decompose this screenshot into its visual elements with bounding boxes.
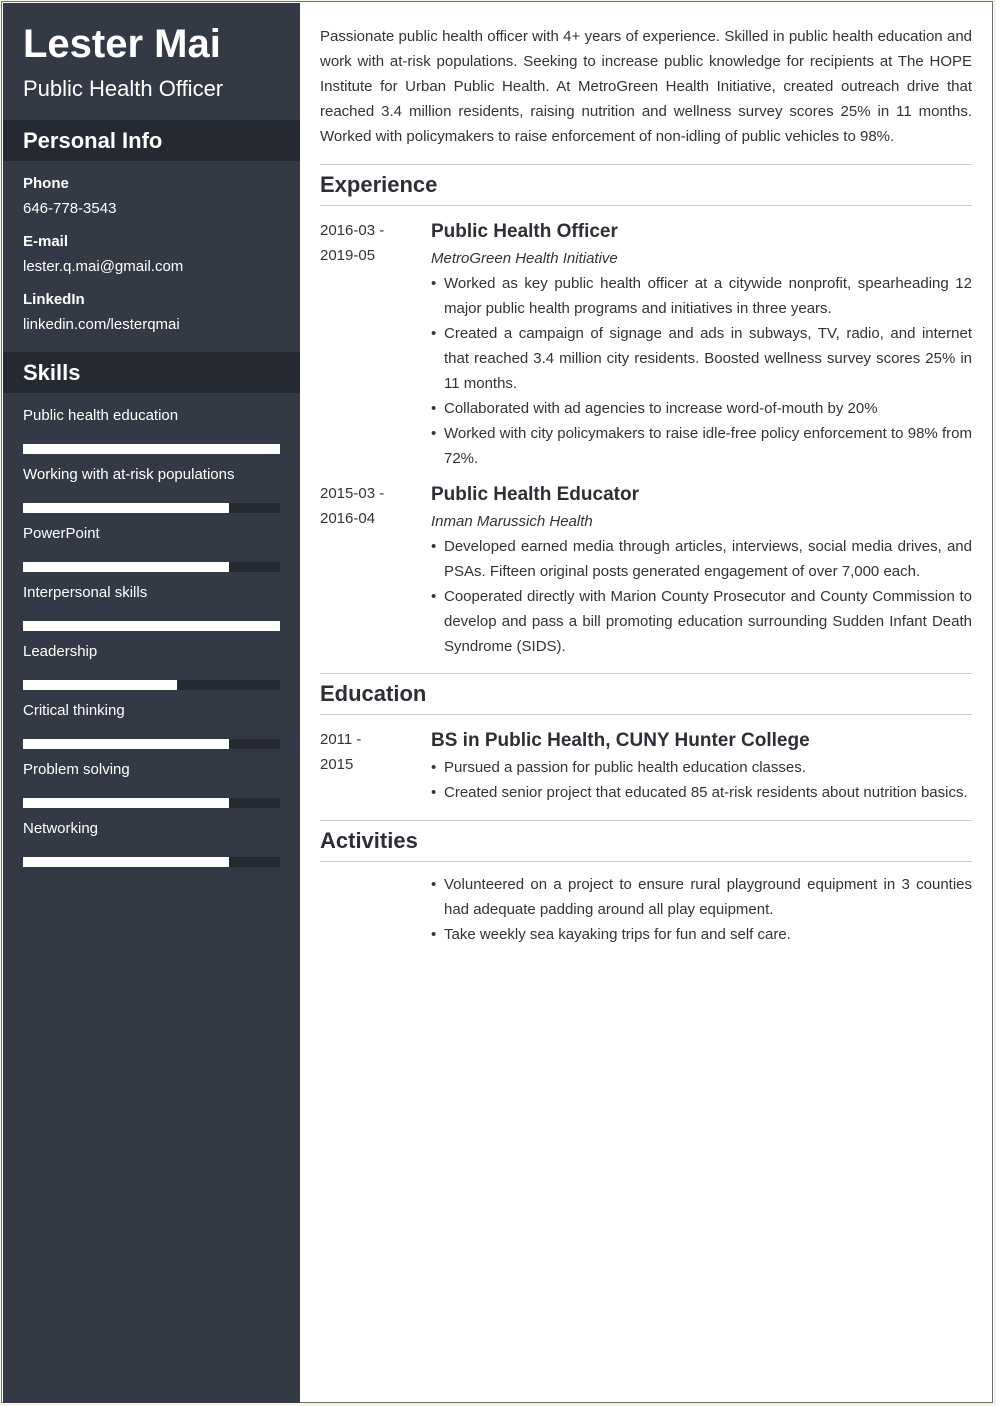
education-start: 2011 - (320, 731, 362, 748)
job-bullet: Cooperated directly with Marion County P… (431, 584, 972, 659)
phone-value: 646-778-3543 (23, 200, 117, 217)
job-bullet: Developed earned media through articles,… (431, 534, 972, 584)
skill-bar (23, 621, 280, 631)
education-entry: 2011 - 2015 BS in Public Health, CUNY Hu… (320, 727, 972, 805)
skill-name: Working with at-risk populations (23, 466, 235, 483)
personal-info-heading: Personal Info (3, 120, 300, 161)
skills-heading: Skills (3, 352, 300, 393)
skill-bar-fill (23, 444, 280, 454)
sidebar: Lester Mai Public Health Officer Persona… (3, 3, 300, 1403)
skill-bar-fill (23, 739, 229, 749)
email-label: E-mail (23, 233, 69, 250)
skill-bar-fill (23, 798, 229, 808)
activity-bullet: Volunteered on a project to ensure rural… (431, 872, 972, 922)
skill-name: PowerPoint (23, 525, 100, 542)
skill-item: Problem solving (23, 761, 280, 808)
job-start: 2015-03 - (320, 485, 385, 502)
education-bullet: Created senior project that educated 85 … (431, 780, 972, 805)
job-start: 2016-03 - (320, 222, 385, 239)
skill-name: Leadership (23, 643, 98, 660)
skill-name: Interpersonal skills (23, 584, 148, 601)
degree: BS in Public Health, CUNY Hunter College (431, 730, 810, 751)
skill-name: Critical thinking (23, 702, 125, 719)
job-end: 2016-04 (320, 510, 376, 527)
linkedin-label: LinkedIn (23, 291, 85, 308)
skill-item: Critical thinking (23, 702, 280, 749)
skill-bar-fill (23, 562, 229, 572)
job-entry: 2016-03 - 2019-05 Public Health Officer … (320, 218, 972, 471)
job-title: Public Health Officer (431, 221, 618, 242)
skill-bar (23, 798, 280, 808)
skill-name: Public health education (23, 407, 179, 424)
skill-bar-fill (23, 680, 178, 690)
job-dates: 2016-03 - 2019-05 (320, 218, 431, 471)
skill-bar (23, 680, 280, 690)
skill-bar (23, 444, 280, 454)
skill-bar (23, 562, 280, 572)
skill-item: Leadership (23, 643, 280, 690)
skill-bar (23, 857, 280, 867)
activity-bullet: Take weekly sea kayaking trips for fun a… (431, 922, 972, 947)
skill-bar-fill (23, 621, 280, 631)
candidate-title: Public Health Officer (23, 76, 224, 101)
activities-heading: Activities (320, 821, 972, 862)
job-end: 2019-05 (320, 247, 376, 264)
education-heading: Education (320, 674, 972, 715)
job-title: Public Health Educator (431, 484, 639, 505)
skill-name: Problem solving (23, 761, 130, 778)
skill-bar (23, 503, 280, 513)
education-dates: 2011 - 2015 (320, 727, 431, 805)
education-bullet: Pursued a passion for public health educ… (431, 755, 972, 780)
skill-name: Networking (23, 820, 99, 837)
skill-item: Networking (23, 820, 280, 867)
skill-item: Working with at-risk populations (23, 466, 280, 513)
skill-bar-fill (23, 857, 229, 867)
job-bullet: Collaborated with ad agencies to increas… (431, 396, 972, 421)
email-value: lester.q.mai@gmail.com (23, 258, 184, 275)
job-bullet: Created a campaign of signage and ads in… (431, 321, 972, 396)
experience-section: Experience 2016-03 - 2019-05 Public Heal… (320, 164, 972, 659)
activities-section: Activities Volunteered on a project to e… (320, 820, 972, 947)
skill-item: Interpersonal skills (23, 584, 280, 631)
candidate-name: Lester Mai (23, 22, 221, 66)
education-section: Education 2011 - 2015 BS in Public Healt… (320, 673, 972, 805)
skill-item: Public health education (23, 407, 280, 454)
activities-entry: Volunteered on a project to ensure rural… (320, 872, 972, 947)
job-bullet: Worked with city policymakers to raise i… (431, 421, 972, 471)
phone-label: Phone (23, 175, 69, 192)
job-dates: 2015-03 - 2016-04 (320, 481, 431, 659)
skill-item: PowerPoint (23, 525, 280, 572)
summary: Passionate public health officer with 4+… (320, 28, 972, 145)
company-name: Inman Marussich Health (431, 513, 593, 530)
education-end: 2015 (320, 756, 354, 773)
job-bullet: Worked as key public health officer at a… (431, 271, 972, 321)
skill-bar (23, 739, 280, 749)
company-name: MetroGreen Health Initiative (431, 250, 618, 267)
experience-heading: Experience (320, 165, 972, 206)
linkedin-value: linkedin.com/lesterqmai (23, 316, 180, 333)
skill-bar-fill (23, 503, 229, 513)
main-content: Passionate public health officer with 4+… (320, 24, 972, 947)
job-entry: 2015-03 - 2016-04 Public Health Educator… (320, 481, 972, 659)
